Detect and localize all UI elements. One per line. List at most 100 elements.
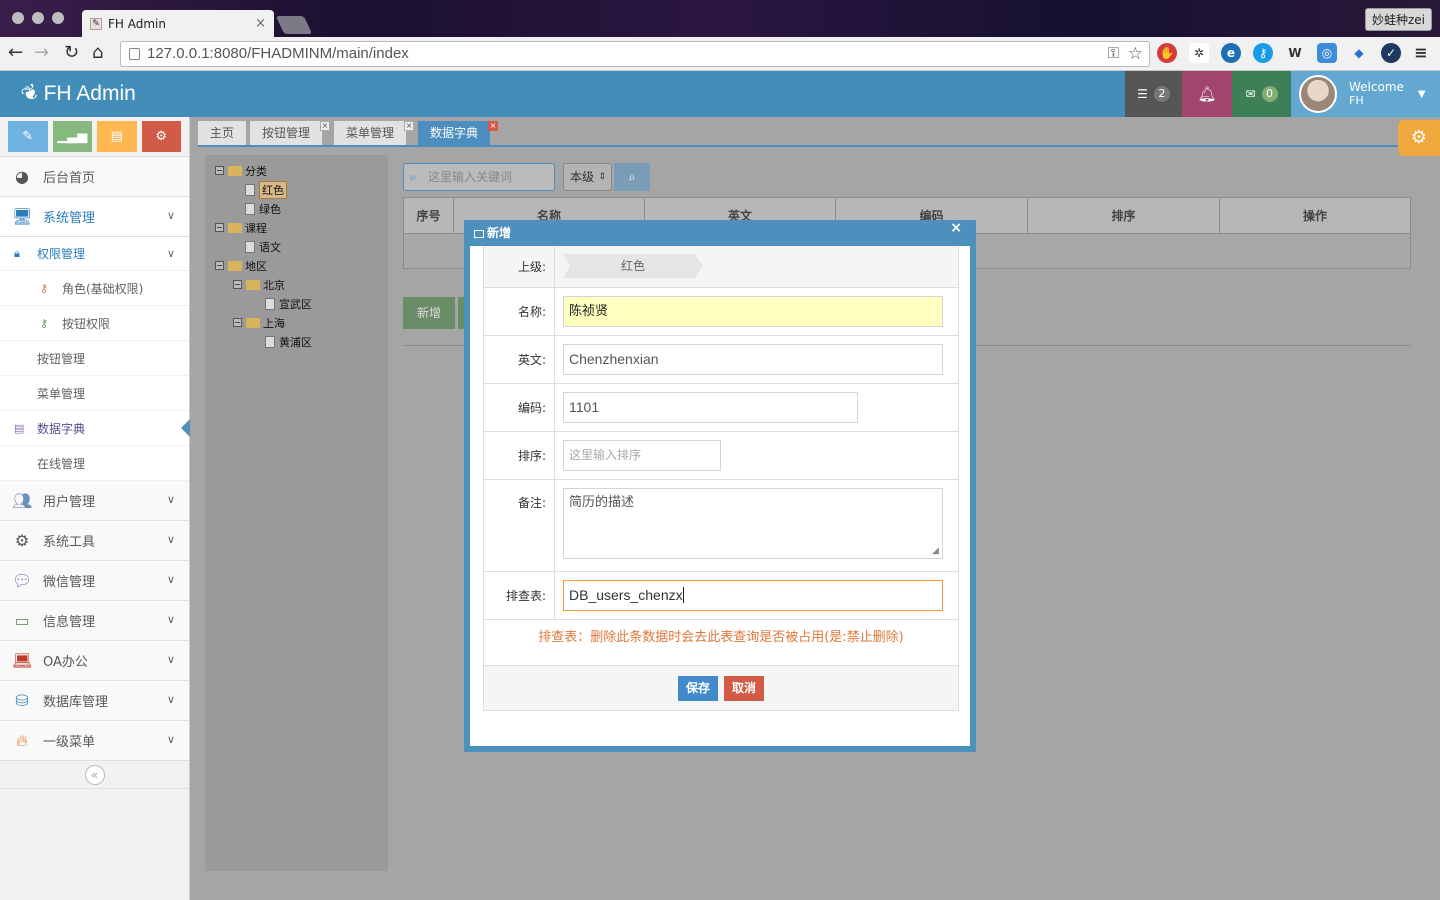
- pencil-shortcut-button[interactable]: ✎: [8, 121, 48, 152]
- user-menu[interactable]: Welcome FH ▼: [1291, 71, 1440, 117]
- name-label: 名称:: [484, 288, 555, 335]
- sidebar-item-dictionary[interactable]: ▤ 数据字典: [0, 411, 190, 446]
- check-table-label: 排查表:: [484, 572, 555, 619]
- key-extension-icon[interactable]: ⚷: [1253, 43, 1273, 63]
- key-icon[interactable]: ⚿: [1108, 42, 1119, 66]
- sidebar-item-role[interactable]: ⚷ 角色(基础权限): [0, 271, 189, 306]
- tree-node-category[interactable]: − 分类: [215, 161, 378, 180]
- tab-menu-management[interactable]: 菜单管理 ×: [334, 121, 415, 145]
- tab-button-management[interactable]: 按钮管理 ×: [250, 121, 331, 145]
- tab-close-icon[interactable]: ×: [404, 121, 415, 131]
- page-info-icon[interactable]: [129, 48, 140, 60]
- w-extension-icon[interactable]: W: [1285, 43, 1305, 63]
- tree-node-label: 宣武区: [279, 297, 312, 311]
- sidebar-item-button-management[interactable]: 按钮管理: [0, 341, 189, 376]
- v-extension-icon[interactable]: ✓: [1381, 43, 1401, 63]
- home-icon[interactable]: ⌂: [92, 43, 103, 63]
- sidebar: ✎ ▁▃▅ ▤ ⚙ ◕ 后台首页 🖥︎ 系统管理 ∨ 🔒︎ 权限管理 ∨ ⚷ 角…: [0, 117, 190, 900]
- bookmark-star-icon[interactable]: ☆: [1128, 42, 1143, 66]
- gear-icon: ⚙: [1410, 127, 1428, 148]
- profile-button[interactable]: 妙蛙种zei: [1364, 8, 1432, 31]
- tree-node-label: 分类: [245, 164, 267, 178]
- chevron-down-icon: ∨: [166, 573, 175, 586]
- tab-dictionary[interactable]: 数据字典 ×: [418, 121, 499, 145]
- adblock-extension-icon[interactable]: ✋: [1157, 43, 1177, 63]
- order-input[interactable]: 这里输入排序: [563, 440, 721, 471]
- remark-textarea[interactable]: 简历的描述: [563, 488, 943, 559]
- messages-button[interactable]: ✉ 0: [1232, 71, 1291, 117]
- diamond-extension-icon[interactable]: ◆: [1349, 43, 1369, 63]
- tree-node-huangpu[interactable]: 黄浦区: [215, 332, 378, 351]
- sidebar-item-button-permission[interactable]: ⚷ 按钮权限: [0, 306, 189, 341]
- tab-close-icon[interactable]: ×: [255, 16, 266, 31]
- sidebar-item-users[interactable]: 👥︎ 用户管理 ∨: [0, 481, 189, 521]
- tab-home[interactable]: 主页: [198, 121, 247, 145]
- sidebar-item-oa[interactable]: 💻︎ OA办公 ∨: [0, 641, 189, 681]
- sidebar-item-menu-management[interactable]: 菜单管理: [0, 376, 189, 411]
- add-button[interactable]: 新增: [403, 297, 455, 329]
- reload-icon[interactable]: ↻: [64, 43, 79, 63]
- chevron-down-icon: ∨: [166, 247, 175, 260]
- collapse-toggle-icon[interactable]: −: [233, 318, 242, 327]
- signal-shortcut-button[interactable]: ▁▃▅: [52, 121, 92, 152]
- tree-node-green[interactable]: 绿色: [215, 199, 378, 218]
- e-extension-icon[interactable]: e: [1221, 43, 1241, 63]
- forward-icon[interactable]: →: [34, 43, 49, 63]
- save-button[interactable]: 保存: [677, 675, 718, 701]
- tab-close-icon[interactable]: ×: [488, 121, 499, 131]
- book-shortcut-button[interactable]: ▤: [97, 121, 137, 152]
- resize-grip-icon[interactable]: ◢: [932, 546, 939, 556]
- sidebar-item-tools[interactable]: ⚙ 系统工具 ∨: [0, 521, 189, 561]
- sidebar-item-label: 角色(基础权限): [62, 281, 144, 296]
- tasks-button[interactable]: ☰ 2: [1125, 71, 1182, 117]
- window-minimize-control[interactable]: [32, 12, 44, 24]
- english-input[interactable]: Chenzhenxian: [563, 344, 943, 375]
- collapse-toggle-icon[interactable]: −: [233, 280, 242, 289]
- cancel-button[interactable]: 取消: [724, 675, 765, 701]
- search-button[interactable]: ⌕: [614, 163, 650, 191]
- folder-icon: [228, 260, 242, 271]
- sidebar-item-wechat[interactable]: 💬︎ 微信管理 ∨: [0, 561, 189, 601]
- tree-node-beijing[interactable]: − 北京: [215, 275, 378, 294]
- back-icon[interactable]: ←: [8, 43, 23, 63]
- cogs-shortcut-button[interactable]: ⚙: [141, 121, 181, 152]
- browser-tab[interactable]: ✎ FH Admin ×: [82, 10, 274, 37]
- tree-node-course[interactable]: − 课程: [215, 218, 378, 237]
- level-select[interactable]: 本级 ⇕: [563, 163, 612, 191]
- tree-node-shanghai[interactable]: − 上海: [215, 313, 378, 332]
- notifications-button[interactable]: 🔔︎: [1182, 71, 1232, 117]
- fire-icon: 🔥︎: [16, 730, 28, 750]
- tree-node-chinese[interactable]: 语文: [215, 237, 378, 256]
- tree-node-red[interactable]: 红色: [215, 180, 378, 199]
- window-close-control[interactable]: [12, 12, 24, 24]
- dialog-close-icon[interactable]: ×: [950, 220, 962, 236]
- sidebar-item-info[interactable]: ▭ 信息管理 ∨: [0, 601, 189, 641]
- sidebar-item-label: 按钮管理: [37, 351, 86, 366]
- menu-icon[interactable]: ≡: [1411, 43, 1431, 63]
- tree-node-region[interactable]: − 地区: [215, 256, 378, 275]
- name-input[interactable]: 陈祯贤: [563, 296, 943, 327]
- sidebar-item-permissions[interactable]: 🔒︎ 权限管理 ∨: [0, 237, 189, 271]
- square-extension-icon[interactable]: ◎: [1317, 43, 1337, 63]
- sidebar-item-level1[interactable]: 🔥︎ 一级菜单 ∨: [0, 721, 189, 761]
- sidebar-item-system[interactable]: 🖥︎ 系统管理 ∨: [0, 197, 189, 237]
- code-input[interactable]: 1101: [563, 392, 858, 423]
- new-tab-button[interactable]: [275, 16, 313, 34]
- dropper-extension-icon[interactable]: ✲: [1189, 43, 1209, 63]
- check-table-input[interactable]: DB_users_chenzx: [563, 580, 943, 611]
- sidebar-item-database[interactable]: ⛁ 数据库管理 ∨: [0, 681, 189, 721]
- collapse-toggle-icon[interactable]: −: [215, 223, 224, 232]
- double-chevron-left-icon[interactable]: «: [84, 764, 105, 785]
- document-icon: [265, 297, 275, 310]
- collapse-toggle-icon[interactable]: −: [215, 166, 224, 175]
- tab-close-icon[interactable]: ×: [320, 121, 331, 131]
- sidebar-item-online[interactable]: 在线管理: [0, 446, 189, 481]
- settings-gear-button[interactable]: ⚙: [1398, 120, 1440, 156]
- brand[interactable]: ❦FH Admin: [17, 79, 135, 108]
- sidebar-item-home[interactable]: ◕ 后台首页: [0, 157, 189, 197]
- search-input[interactable]: ⌕ 这里输入关键词: [403, 163, 555, 191]
- address-bar[interactable]: 127.0.0.1:8080/FHADMINM/main/index ⚿ ☆: [120, 41, 1150, 67]
- tree-node-xuanwu[interactable]: 宣武区: [215, 294, 378, 313]
- window-zoom-control[interactable]: [52, 12, 64, 24]
- collapse-toggle-icon[interactable]: −: [215, 261, 224, 270]
